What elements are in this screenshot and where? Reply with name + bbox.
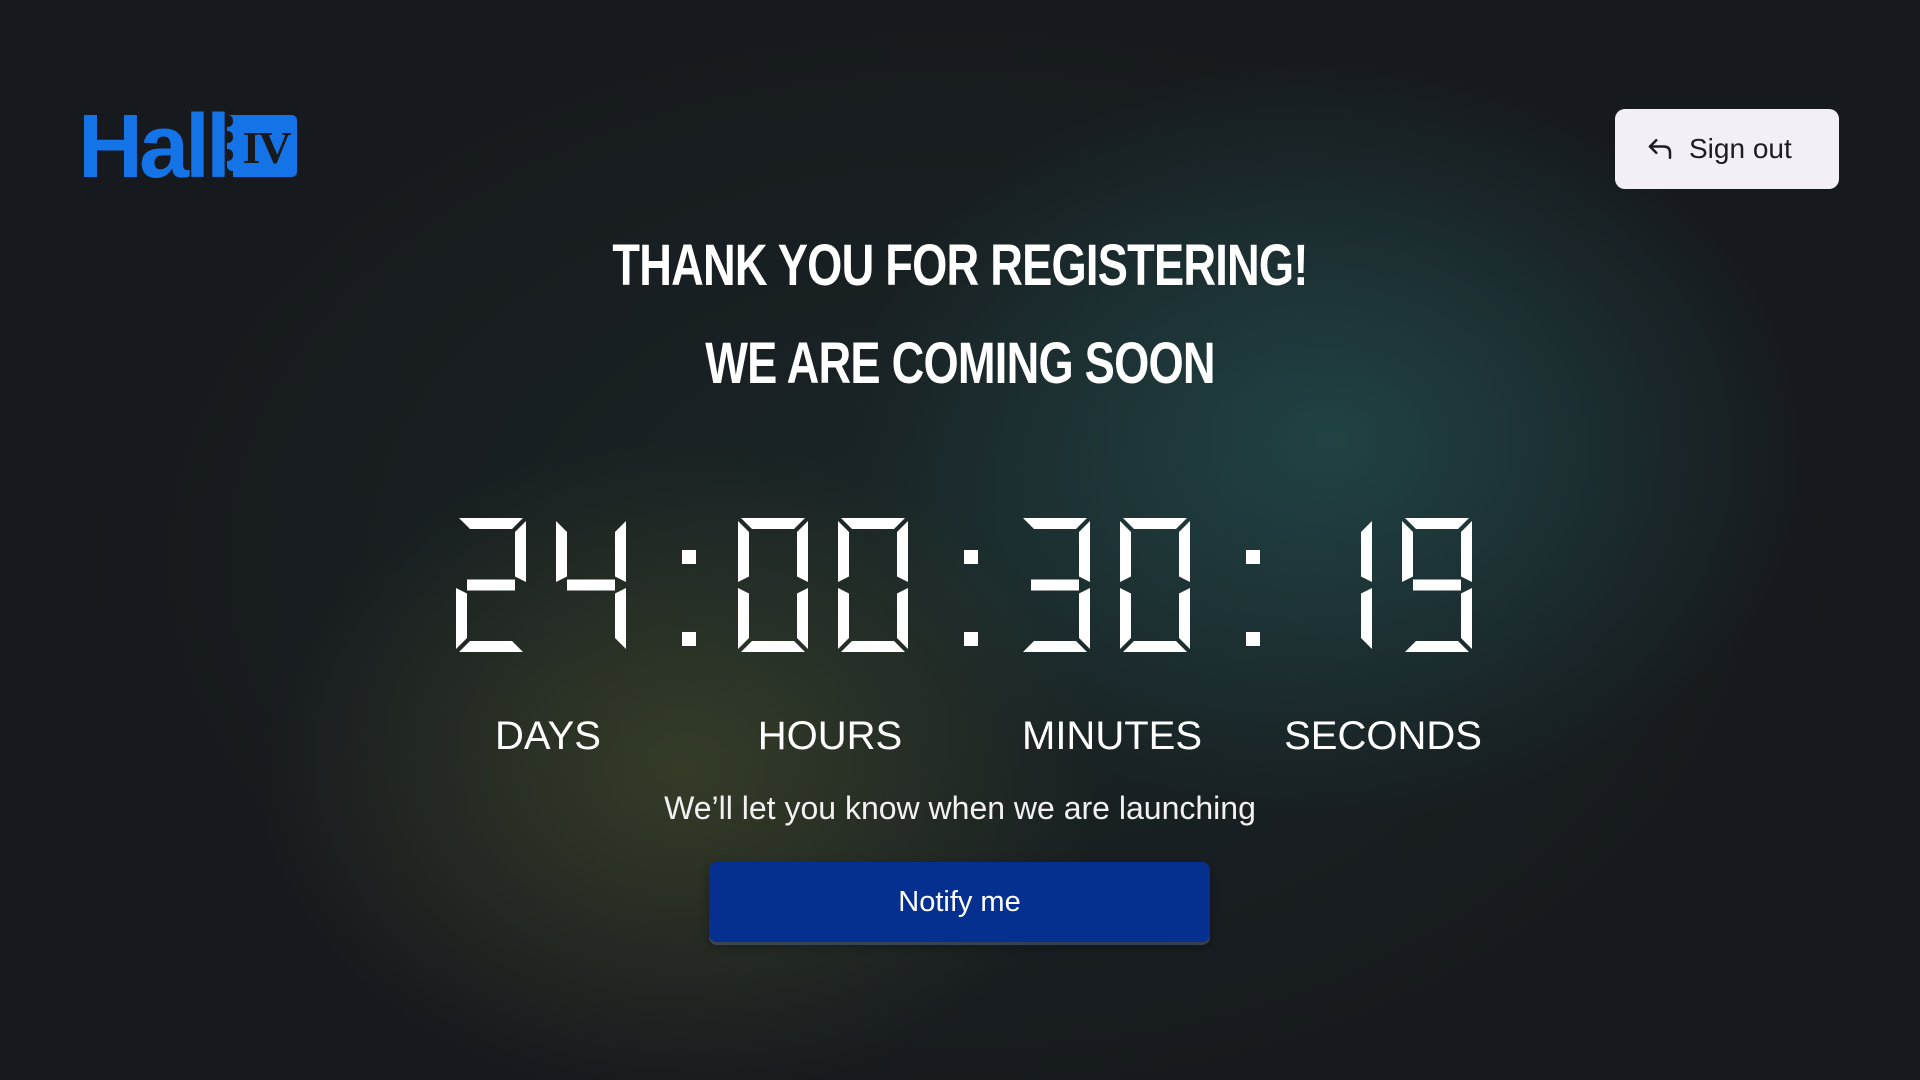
undo-arrow-icon <box>1645 134 1675 164</box>
countdown-separator-1 <box>682 550 696 646</box>
countdown-separator-3-dot-2 <box>1246 632 1260 646</box>
countdown-label-seconds: SECONDS <box>1284 714 1482 758</box>
countdown-hours-digit-2-segment-d <box>841 641 905 652</box>
brand-logo: Hall IV <box>78 97 299 197</box>
countdown-minutes-digit-2-segment-c <box>1179 588 1190 649</box>
sign-out-button[interactable]: Sign out <box>1615 109 1839 189</box>
brand-logo-badge: IV <box>227 111 299 183</box>
countdown-separator-3-dot-1 <box>1246 550 1260 564</box>
countdown-hours-digit-1-segment-d <box>741 641 805 652</box>
countdown-timer <box>440 510 1480 660</box>
countdown-hours-digit-1-segment-b <box>797 521 808 582</box>
launch-message: We’ll let you know when we are launching <box>664 790 1256 826</box>
countdown-minutes-digit-2-segment-e <box>1120 588 1131 649</box>
countdown-minutes-digit-2-segment-b <box>1179 521 1190 582</box>
countdown-hours-digit-2-segment-e <box>838 588 849 649</box>
countdown-days-digit-1-segment-g <box>467 579 515 591</box>
countdown-hours-digit-2 <box>838 518 908 652</box>
countdown-seconds-digit-2 <box>1402 518 1472 652</box>
countdown-minutes-digit-2-segment-d <box>1123 641 1187 652</box>
countdown-digits <box>456 518 1472 652</box>
page-subtitle: WE ARE COMING SOON <box>705 331 1215 396</box>
countdown-hours-digit-1-segment-e <box>738 588 749 649</box>
countdown-days-digit-2-segment-f <box>556 521 567 582</box>
countdown-seconds-digit-2-segment-d <box>1405 641 1469 652</box>
countdown-separator-3 <box>1246 550 1260 646</box>
countdown-seconds-digit-2-segment-a <box>1405 518 1469 529</box>
countdown-days-digit-2-segment-c <box>615 588 626 649</box>
countdown-minutes-digit-1-segment-b <box>1079 521 1090 582</box>
countdown-hours-digit-1-segment-f <box>738 521 749 582</box>
countdown-separator-2-dot-1 <box>964 550 978 564</box>
countdown-separator-2-dot-2 <box>964 632 978 646</box>
countdown-seconds-digit-2-segment-g <box>1413 579 1461 591</box>
countdown-minutes-digit-1-segment-a <box>1023 518 1087 529</box>
countdown-minutes-digit-2-segment-a <box>1123 518 1187 529</box>
countdown-days-digit-1-segment-e <box>456 588 467 649</box>
page-title: THANK YOU FOR REGISTERING! <box>612 233 1308 298</box>
countdown-seconds-digit-2-segment-b <box>1461 521 1472 582</box>
countdown-hours-digit-1-segment-a <box>741 518 805 529</box>
countdown-days-digit-1 <box>456 518 526 652</box>
countdown-label-minutes: MINUTES <box>1022 714 1202 758</box>
sign-out-label: Sign out <box>1689 133 1792 164</box>
countdown-hours-digit-2-segment-c <box>897 588 908 649</box>
countdown-days-digit-2 <box>556 521 626 649</box>
countdown-minutes-digit-2-segment-f <box>1120 521 1131 582</box>
countdown-seconds-digit-2-segment-c <box>1461 588 1472 649</box>
countdown-label-hours: HOURS <box>757 714 903 758</box>
notify-me-button[interactable]: Notify me <box>709 862 1210 942</box>
countdown-days-digit-1-segment-b <box>515 521 526 582</box>
countdown-seconds-digit-1-segment-b <box>1361 521 1372 582</box>
countdown-separator-1-dot-1 <box>682 550 696 564</box>
countdown-days-digit-1-segment-a <box>459 518 523 529</box>
countdown-hours-digit-2-segment-f <box>838 521 849 582</box>
countdown-minutes-digit-1 <box>1023 518 1090 652</box>
countdown-hours-digit-2-segment-a <box>841 518 905 529</box>
countdown-separator-2 <box>964 550 978 646</box>
countdown-label-days: DAYS <box>495 714 601 758</box>
countdown-seconds-digit-1 <box>1361 521 1372 649</box>
countdown-hours-digit-2-segment-b <box>897 521 908 582</box>
countdown-hours-digit-1-segment-c <box>797 588 808 649</box>
countdown-days-digit-2-segment-b <box>615 521 626 582</box>
countdown-minutes-digit-1-segment-c <box>1079 588 1090 649</box>
countdown-hours-digit-1 <box>738 518 808 652</box>
countdown-days-digit-2-segment-g <box>567 579 615 591</box>
brand-logo-badge-text: IV <box>242 121 292 173</box>
countdown-separator-1-dot-2 <box>682 632 696 646</box>
countdown-minutes-digit-2 <box>1120 518 1190 652</box>
countdown-minutes-digit-1-segment-d <box>1023 641 1087 652</box>
notify-me-label: Notify me <box>898 885 1021 918</box>
countdown-seconds-digit-2-segment-f <box>1402 521 1413 582</box>
countdown-days-digit-1-segment-d <box>459 641 523 652</box>
brand-logo-wordmark: Hall <box>78 97 231 197</box>
countdown-minutes-digit-1-segment-g <box>1031 579 1079 591</box>
countdown-seconds-digit-1-segment-c <box>1361 588 1372 649</box>
